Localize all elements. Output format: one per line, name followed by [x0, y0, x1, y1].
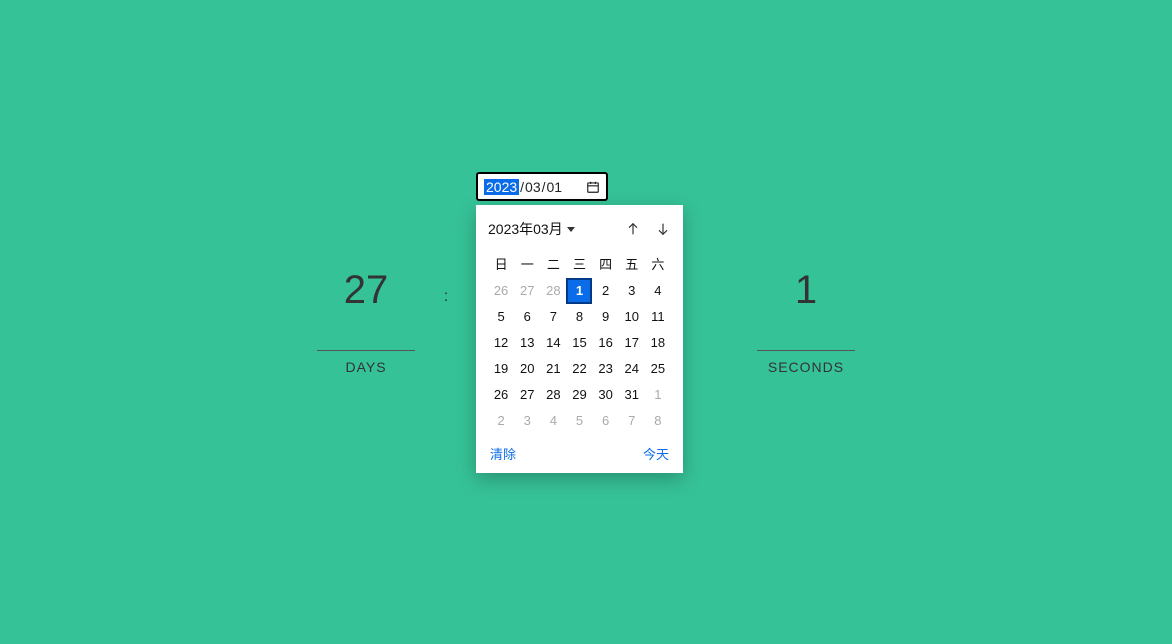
- countdown-days-value: 27: [296, 270, 436, 350]
- calendar-day[interactable]: 23: [593, 356, 619, 382]
- calendar-day[interactable]: 15: [566, 330, 592, 356]
- calendar-day[interactable]: 6: [514, 304, 540, 330]
- calendar-day[interactable]: 27: [514, 382, 540, 408]
- calendar-day[interactable]: 3: [619, 278, 645, 304]
- calendar-dow: 一: [514, 249, 540, 278]
- countdown-days-label: DAYS: [317, 350, 415, 375]
- dropdown-icon: [567, 227, 575, 232]
- calendar-day[interactable]: 27: [514, 278, 540, 304]
- calendar-day[interactable]: 26: [488, 278, 514, 304]
- calendar-day[interactable]: 5: [488, 304, 514, 330]
- calendar-day[interactable]: 16: [593, 330, 619, 356]
- calendar-day[interactable]: 18: [645, 330, 671, 356]
- calendar-dow: 六: [645, 249, 671, 278]
- calendar-day[interactable]: 26: [488, 382, 514, 408]
- calendar-day[interactable]: 20: [514, 356, 540, 382]
- prev-month-button[interactable]: [625, 221, 641, 237]
- calendar-day[interactable]: 10: [619, 304, 645, 330]
- calendar-day[interactable]: 30: [593, 382, 619, 408]
- calendar-day[interactable]: 8: [566, 304, 592, 330]
- calendar-today-button[interactable]: 今天: [643, 444, 669, 463]
- calendar-day[interactable]: 17: [619, 330, 645, 356]
- calendar-day[interactable]: 12: [488, 330, 514, 356]
- calendar-day[interactable]: 24: [619, 356, 645, 382]
- calendar-day[interactable]: 25: [645, 356, 671, 382]
- countdown-seconds-label: SECONDS: [757, 350, 855, 375]
- calendar-day[interactable]: 2: [488, 408, 514, 434]
- calendar-popup: 2023年03月 日一二三四五六262728123456789101112131…: [476, 205, 683, 473]
- countdown-seconds: 1 SECONDS: [736, 270, 876, 377]
- calendar-day[interactable]: 22: [566, 356, 592, 382]
- calendar-day[interactable]: 6: [593, 408, 619, 434]
- calendar-dow: 二: [540, 249, 566, 278]
- countdown-separator: :: [436, 270, 456, 377]
- calendar-clear-button[interactable]: 清除: [490, 444, 516, 463]
- calendar-day[interactable]: 1: [566, 278, 592, 304]
- calendar-header: 2023年03月: [488, 219, 671, 239]
- date-month-segment[interactable]: 03: [525, 179, 541, 195]
- calendar-day[interactable]: 14: [540, 330, 566, 356]
- calendar-day[interactable]: 4: [540, 408, 566, 434]
- calendar-day[interactable]: 2: [593, 278, 619, 304]
- calendar-dow: 日: [488, 249, 514, 278]
- calendar-day[interactable]: 4: [645, 278, 671, 304]
- calendar-title: 2023年03月: [488, 219, 563, 239]
- date-input[interactable]: 2023 / 03 / 01: [476, 172, 608, 201]
- calendar-footer: 清除 今天: [488, 444, 671, 463]
- calendar-dow: 三: [566, 249, 592, 278]
- calendar-day[interactable]: 13: [514, 330, 540, 356]
- calendar-day[interactable]: 9: [593, 304, 619, 330]
- calendar-day[interactable]: 19: [488, 356, 514, 382]
- calendar-day[interactable]: 7: [540, 304, 566, 330]
- calendar-dow: 五: [619, 249, 645, 278]
- calendar-icon[interactable]: [586, 180, 600, 194]
- calendar-day[interactable]: 28: [540, 278, 566, 304]
- calendar-day[interactable]: 28: [540, 382, 566, 408]
- calendar-day[interactable]: 31: [619, 382, 645, 408]
- date-day-segment[interactable]: 01: [547, 179, 563, 195]
- calendar-month-button[interactable]: 2023年03月: [488, 219, 575, 239]
- next-month-button[interactable]: [655, 221, 671, 237]
- calendar-dow: 四: [593, 249, 619, 278]
- calendar-day[interactable]: 1: [645, 382, 671, 408]
- calendar-day[interactable]: 7: [619, 408, 645, 434]
- calendar-day[interactable]: 11: [645, 304, 671, 330]
- date-year-segment[interactable]: 2023: [484, 179, 519, 195]
- calendar-day[interactable]: 29: [566, 382, 592, 408]
- calendar-grid: 日一二三四五六262728123456789101112131415161718…: [488, 249, 671, 434]
- calendar-day[interactable]: 3: [514, 408, 540, 434]
- countdown-days: 27 DAYS: [296, 270, 436, 377]
- calendar-day[interactable]: 8: [645, 408, 671, 434]
- calendar-day[interactable]: 5: [566, 408, 592, 434]
- countdown-seconds-value: 1: [736, 270, 876, 350]
- calendar-day[interactable]: 21: [540, 356, 566, 382]
